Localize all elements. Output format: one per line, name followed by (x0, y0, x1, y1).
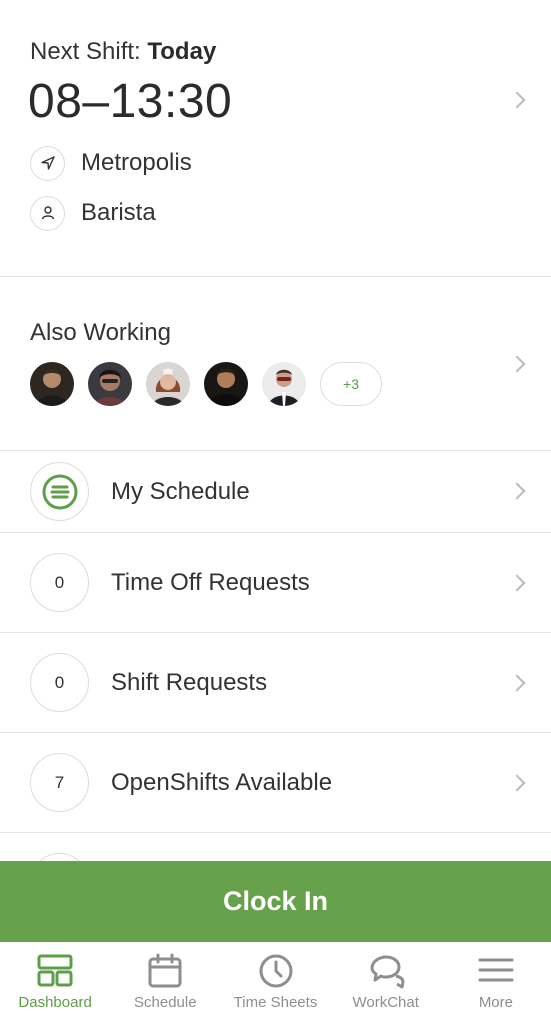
chevron-right-icon (508, 574, 526, 592)
shift-location: Metropolis (81, 149, 192, 176)
chevron-right-icon (508, 355, 526, 373)
also-working-section[interactable]: Also Working +3 (0, 277, 551, 451)
next-shift-card[interactable]: Next Shift: Today 08–13:30 Metropolis Ba… (0, 0, 551, 277)
navigation-arrow-icon (30, 145, 65, 181)
person-icon (30, 195, 65, 231)
tab-more[interactable]: More (441, 942, 551, 1024)
tab-schedule-label: Schedule (134, 994, 197, 1011)
openshifts-available-row[interactable]: 7 OpenShifts Available (0, 733, 551, 833)
tab-dashboard[interactable]: Dashboard (0, 942, 110, 1024)
avatar[interactable] (204, 362, 248, 406)
shift-position: Barista (81, 199, 156, 226)
tab-workchat[interactable]: WorkChat (331, 942, 441, 1024)
tab-more-label: More (478, 994, 513, 1011)
next-shift-day: Today (147, 38, 217, 65)
openshifts-count-badge: 7 (30, 753, 89, 812)
shift-requests-count-badge: 0 (30, 653, 89, 712)
shift-requests-label: Shift Requests (111, 669, 268, 696)
my-schedule-row[interactable]: My Schedule (0, 451, 551, 533)
calendar-icon (148, 953, 182, 988)
also-working-title: Also Working (30, 319, 171, 346)
chevron-right-icon (508, 91, 526, 109)
chat-bubbles-icon (370, 955, 405, 989)
shift-location-row: Metropolis (30, 145, 192, 181)
avatar[interactable] (30, 362, 74, 406)
shift-position-row: Barista (30, 195, 156, 231)
next-shift-label: Next Shift: Today (30, 38, 216, 66)
chevron-right-icon (508, 482, 526, 500)
chevron-right-icon (508, 674, 526, 692)
avatar[interactable] (262, 362, 306, 406)
openshifts-available-label: OpenShifts Available (111, 769, 333, 796)
chevron-right-icon (508, 774, 526, 792)
tab-time-sheets-label: Time Sheets (233, 994, 318, 1011)
next-shift-prefix: Next Shift: (30, 38, 141, 65)
tab-schedule[interactable]: Schedule (110, 942, 220, 1024)
time-off-count-badge: 0 (30, 553, 89, 612)
coworker-avatars: +3 (30, 362, 382, 406)
tab-workchat-label: WorkChat (352, 994, 419, 1011)
time-off-requests-label: Time Off Requests (111, 569, 310, 596)
clock-icon (259, 954, 292, 988)
clock-in-button[interactable]: Clock In (0, 861, 551, 942)
dashboard-icon (37, 954, 73, 987)
avatar[interactable] (88, 362, 132, 406)
shift-requests-row[interactable]: 0 Shift Requests (0, 633, 551, 733)
bottom-tab-bar: Dashboard Schedule Time Sheets WorkChat … (0, 942, 551, 1024)
my-schedule-label: My Schedule (111, 478, 250, 505)
next-shift-time: 08–13:30 (28, 75, 233, 128)
avatar[interactable] (146, 362, 190, 406)
time-off-requests-row[interactable]: 0 Time Off Requests (0, 533, 551, 633)
more-coworkers-badge[interactable]: +3 (320, 362, 382, 406)
list-circle-icon (30, 462, 89, 521)
tab-time-sheets[interactable]: Time Sheets (220, 942, 330, 1024)
tab-dashboard-label: Dashboard (18, 994, 92, 1011)
list-item[interactable] (0, 833, 551, 863)
hamburger-menu-icon (478, 958, 514, 982)
